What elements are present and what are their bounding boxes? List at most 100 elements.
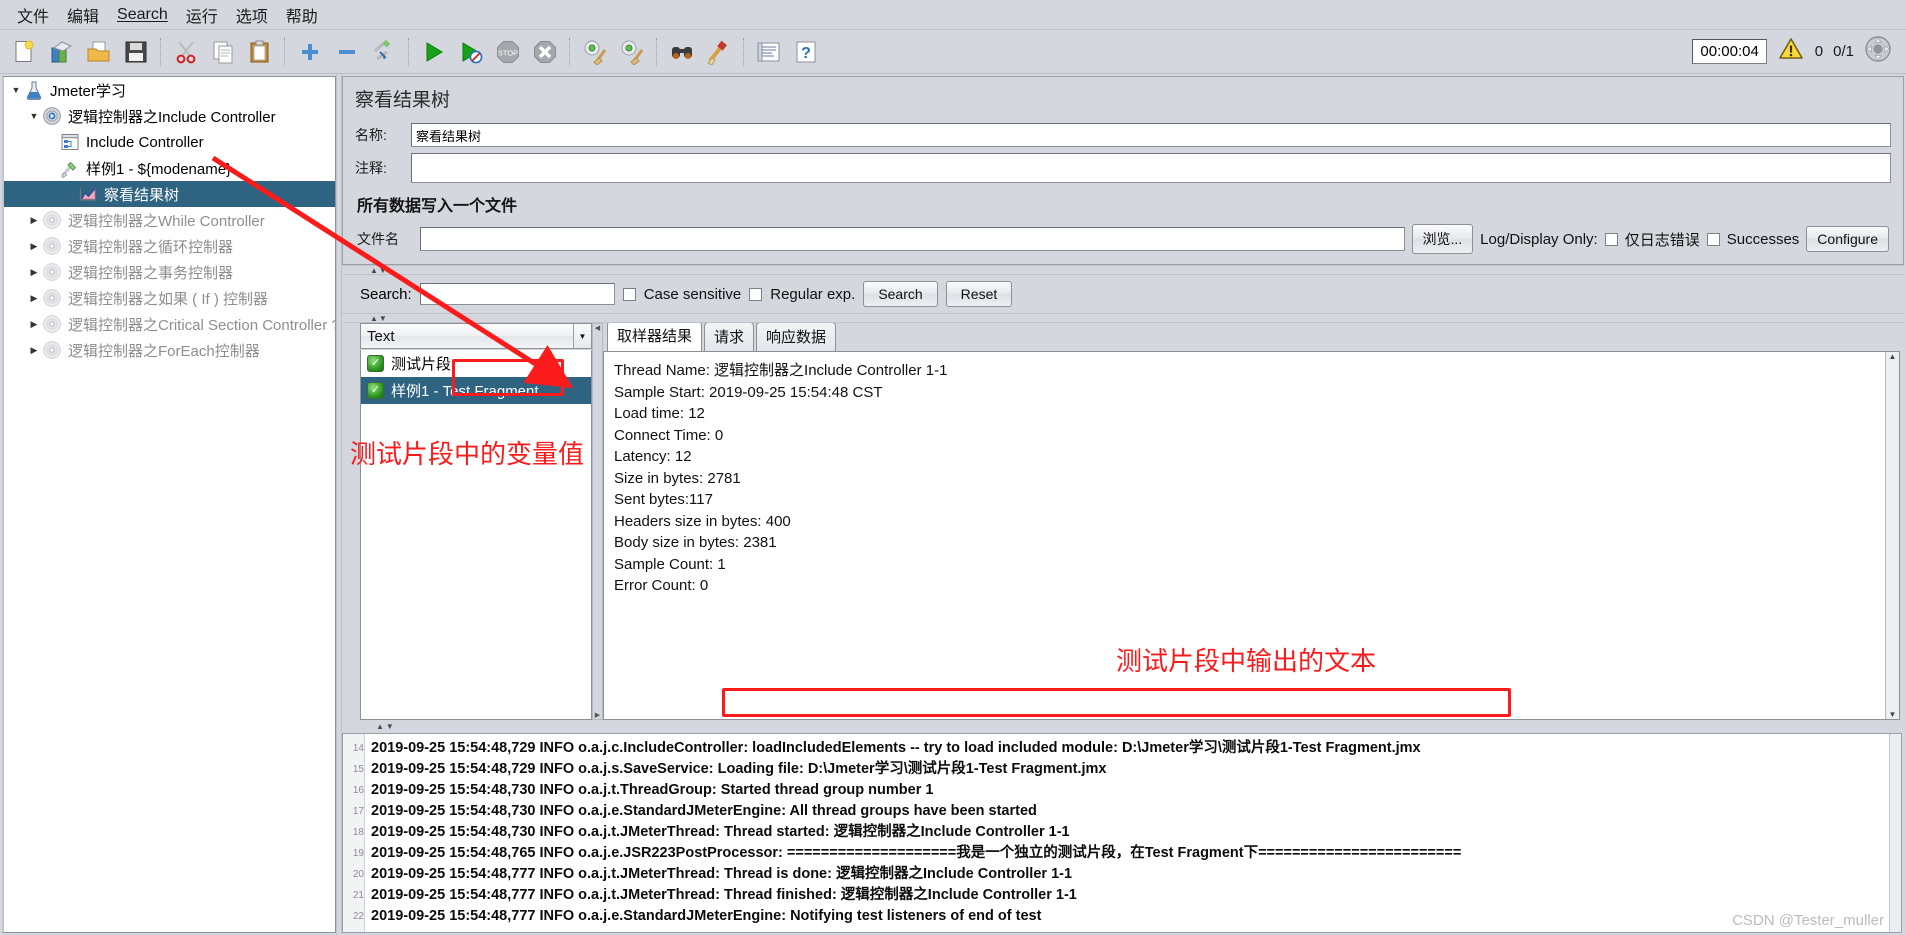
collapse-arrows-icon[interactable]: ▲▼ (376, 722, 396, 731)
log-viewer[interactable]: 14 15 16 17 18 19 20 21 22 2019-09-25 15:54:48,7… (342, 733, 1902, 933)
search-reset-icon[interactable] (702, 35, 735, 68)
tree-node[interactable]: ▶ 逻辑控制器之Critical Section Controller ? (4, 311, 335, 337)
search-collapse-strip[interactable]: ▲▼ (342, 313, 1904, 323)
log-collapse-strip[interactable]: ▲▼ (342, 720, 1904, 733)
tree-node-label: 逻辑控制器之Critical Section Controller ? (68, 316, 336, 334)
detail-vertical-scrollbar[interactable]: ▲ ▼ (1885, 352, 1899, 719)
toggle-icon[interactable] (367, 35, 400, 68)
results-list-splitter[interactable]: ◀ ▶ (592, 323, 603, 720)
include-controller-icon (60, 132, 82, 152)
tab-sampler-result[interactable]: 取样器结果 (607, 321, 703, 351)
svg-text:?: ? (801, 45, 811, 62)
tree-node[interactable]: 样例1 - ${modename} (4, 155, 335, 181)
expand-all-icon[interactable] (293, 35, 326, 68)
thread-group-gear-icon (42, 262, 64, 282)
tree-node[interactable]: Include Controller (4, 129, 335, 155)
menu-item-file[interactable]: 文件 (8, 1, 58, 29)
copy-icon[interactable] (206, 35, 239, 68)
toolbar: STOP ? 00:00:04 0 0/1 (0, 30, 1906, 74)
function-helper-icon[interactable] (752, 35, 785, 68)
templates-icon[interactable] (45, 35, 78, 68)
comment-input[interactable] (411, 153, 1891, 183)
search-button[interactable]: Search (863, 281, 938, 307)
results-list[interactable]: ✓ 测试片段 ✓ 样例1 - Test Fragment (360, 350, 592, 720)
new-icon[interactable] (8, 35, 41, 68)
scroll-up-arrow-icon[interactable]: ▲ (1889, 352, 1897, 361)
log-line-number: 22 (352, 911, 364, 922)
twisty-collapsed-icon[interactable]: ▶ (26, 345, 42, 356)
collapse-all-icon[interactable] (330, 35, 363, 68)
menu-item-options[interactable]: 选项 (227, 1, 277, 29)
test-plan-tree[interactable]: ▼ Jmeter学习 ▼ 逻辑控制器之Include Controller Includ… (2, 76, 336, 933)
twisty-collapsed-icon[interactable]: ▶ (26, 293, 42, 304)
help-icon[interactable]: ? (789, 35, 822, 68)
collapse-arrows-icon[interactable]: ▲▼ (370, 314, 388, 323)
twisty-expanded-icon[interactable]: ▼ (26, 111, 42, 121)
menu-item-help[interactable]: 帮助 (277, 1, 327, 29)
configure-button[interactable]: Configure (1806, 226, 1889, 252)
tree-node[interactable]: ▼ 逻辑控制器之Include Controller (4, 103, 335, 129)
regular-exp-label: Regular exp. (770, 285, 856, 303)
tree-node[interactable]: ▶ 逻辑控制器之循环控制器 (4, 233, 335, 259)
errors-only-checkbox[interactable] (1604, 232, 1618, 246)
log-vertical-scrollbar[interactable] (1889, 734, 1901, 932)
start-no-timers-icon[interactable] (454, 35, 487, 68)
open-icon[interactable] (82, 35, 115, 68)
twisty-collapsed-icon[interactable]: ▶ (26, 267, 42, 278)
scroll-down-arrow-icon[interactable]: ▼ (1889, 710, 1897, 719)
sampler-pipette-icon (60, 158, 82, 179)
thread-group-gear-icon (42, 288, 64, 308)
search-icon[interactable] (665, 35, 698, 68)
filename-input[interactable] (420, 227, 1405, 251)
paste-icon[interactable] (243, 35, 276, 68)
twisty-expanded-icon[interactable]: ▼ (8, 85, 24, 95)
tree-node[interactable]: ▶ 逻辑控制器之如果 ( If ) 控制器 (4, 285, 335, 311)
chevron-down-icon[interactable]: ▼ (573, 324, 591, 348)
scroll-down-arrow-icon[interactable]: ▶ (595, 711, 600, 719)
tree-node[interactable]: ▼ Jmeter学习 (4, 77, 335, 103)
toolbar-status-group: 00:00:04 0 0/1 (1692, 35, 1900, 68)
threads-gauge-icon[interactable] (1864, 35, 1892, 68)
shutdown-icon[interactable] (528, 35, 561, 68)
tree-node-label: 逻辑控制器之循环控制器 (68, 238, 234, 256)
result-list-item[interactable]: ✓ 样例1 - Test Fragment (361, 377, 591, 404)
tab-request[interactable]: 请求 (704, 322, 755, 351)
name-input[interactable]: 察看结果树 (411, 123, 1891, 147)
browse-button[interactable]: 浏览... (1411, 224, 1474, 254)
successes-checkbox[interactable] (1706, 232, 1720, 246)
search-bar: Search: Case sensitive Regular exp. Sear… (342, 275, 1904, 313)
stop-icon[interactable]: STOP (491, 35, 524, 68)
search-input[interactable] (419, 283, 615, 305)
save-icon[interactable] (119, 35, 152, 68)
menu-item-run[interactable]: 运行 (177, 1, 227, 29)
write-file-section-title: 所有数据写入一个文件 (357, 198, 518, 215)
case-sensitive-checkbox[interactable] (622, 287, 636, 301)
clear-all-icon[interactable] (615, 35, 648, 68)
result-list-item[interactable]: ✓ 测试片段 (361, 350, 591, 377)
watermark: CSDN @Tester_muller (1732, 912, 1884, 929)
results-area: Text ▼ ✓ 测试片段 ✓ 样例1 - Test Fragment ◀ ▶ 取样器… (342, 321, 1904, 720)
start-icon[interactable] (417, 35, 450, 68)
tab-response-data[interactable]: 响应数据 (756, 322, 837, 351)
warning-triangle-icon[interactable] (1777, 36, 1805, 67)
cut-icon[interactable] (169, 35, 202, 68)
twisty-collapsed-icon[interactable]: ▶ (26, 241, 42, 252)
scroll-up-arrow-icon[interactable]: ◀ (595, 324, 600, 332)
tree-node[interactable]: ▶ 逻辑控制器之ForEach控制器 (4, 337, 335, 363)
regular-exp-checkbox[interactable] (749, 287, 763, 301)
reset-button[interactable]: Reset (945, 281, 1013, 307)
renderer-combobox[interactable]: Text ▼ (360, 323, 592, 349)
tree-node[interactable]: ▶ 逻辑控制器之While Controller (4, 207, 335, 233)
result-list-item-label: 测试片段 (391, 356, 452, 373)
warning-count: 0 (1814, 43, 1824, 60)
menu-item-search[interactable]: Search (108, 4, 177, 26)
collapse-arrows-icon[interactable]: ▲▼ (370, 266, 388, 275)
menu-item-edit[interactable]: 编辑 (58, 1, 108, 29)
sampler-result-text[interactable]: Thread Name: 逻辑控制器之Include Controller 1-… (604, 352, 1885, 719)
panel-collapse-strip[interactable]: ▲▼ (342, 265, 1904, 275)
twisty-collapsed-icon[interactable]: ▶ (26, 319, 42, 330)
twisty-collapsed-icon[interactable]: ▶ (26, 215, 42, 226)
tree-node[interactable]: 察看结果树 (4, 181, 335, 207)
clear-icon[interactable] (578, 35, 611, 68)
tree-node[interactable]: ▶ 逻辑控制器之事务控制器 (4, 259, 335, 285)
